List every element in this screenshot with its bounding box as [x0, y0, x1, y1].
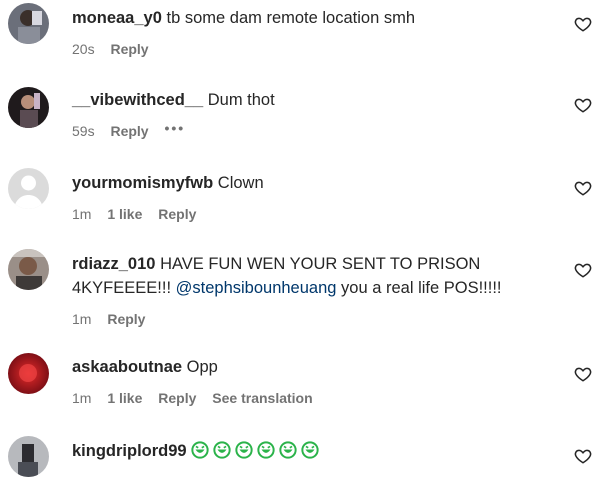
comment-time[interactable]: 1m	[72, 390, 91, 406]
comment-text: moneaa_y0 tb some dam remote location sm…	[72, 6, 540, 30]
more-options-icon[interactable]: •••	[164, 120, 185, 136]
comment-meta: 1m 1 like Reply	[72, 204, 540, 224]
comment-meta: 20s Reply	[72, 39, 540, 59]
reply-button[interactable]: Reply	[110, 41, 148, 57]
reply-button[interactable]: Reply	[107, 311, 145, 327]
comment-meta: 59s Reply •••	[72, 120, 540, 141]
comment-text: askaaboutnae Opp	[72, 355, 540, 379]
comment-body: Dum thot	[207, 91, 275, 109]
see-translation-button[interactable]: See translation	[212, 390, 312, 406]
reply-button[interactable]: Reply	[158, 206, 196, 222]
comment-text: rdiazz_010 HAVE FUN WEN YOUR SENT TO PRI…	[72, 252, 540, 300]
comment-body: Clown	[217, 174, 264, 192]
comment-text: yourmomismyfwb Clown	[72, 171, 540, 195]
comment-text: kingdriplord99	[72, 439, 540, 463]
avatar[interactable]	[8, 249, 49, 290]
like-heart-icon[interactable]	[574, 96, 592, 114]
like-heart-icon[interactable]	[574, 365, 592, 383]
comment-time[interactable]: 1m	[72, 311, 91, 327]
comment-body: tb some dam remote location smh	[166, 9, 416, 27]
avatar[interactable]	[8, 3, 49, 44]
comment-username[interactable]: yourmomismyfwb	[72, 174, 213, 192]
like-heart-icon[interactable]	[574, 15, 592, 33]
comment-time[interactable]: 1m	[72, 206, 91, 222]
likes-count[interactable]: 1 like	[107, 206, 142, 222]
comment-username[interactable]: askaaboutnae	[72, 358, 182, 376]
comment-time[interactable]: 59s	[72, 123, 95, 139]
likes-count[interactable]: 1 like	[107, 390, 142, 406]
like-heart-icon[interactable]	[574, 261, 592, 279]
comment-text: __vibewithced__ Dum thot	[72, 88, 540, 112]
avatar[interactable]	[8, 353, 49, 394]
reply-button[interactable]: Reply	[158, 390, 196, 406]
comment-username[interactable]: moneaa_y0	[72, 9, 162, 27]
avatar[interactable]	[8, 87, 49, 128]
like-heart-icon[interactable]	[574, 179, 592, 197]
laughing-emoji-icon	[301, 441, 319, 459]
like-heart-icon[interactable]	[574, 447, 592, 465]
comment-username[interactable]: kingdriplord99	[72, 442, 187, 460]
comment-time[interactable]: 20s	[72, 41, 95, 57]
comment-body-end: you a real life POS!!!!!	[341, 279, 502, 297]
comment-body: Opp	[186, 358, 218, 376]
comment-username[interactable]: rdiazz_010	[72, 255, 155, 273]
laughing-emoji-icon	[235, 441, 253, 459]
avatar[interactable]	[8, 436, 49, 477]
mention-link[interactable]: @stephsibounheuang	[176, 279, 337, 297]
comment-username[interactable]: __vibewithced__	[72, 91, 203, 109]
emoji-row	[191, 441, 323, 460]
laughing-emoji-icon	[257, 441, 275, 459]
laughing-emoji-icon	[191, 441, 209, 459]
comment-meta: 1m 1 like Reply See translation	[72, 388, 540, 408]
laughing-emoji-icon	[279, 441, 297, 459]
laughing-emoji-icon	[213, 441, 231, 459]
reply-button[interactable]: Reply	[110, 123, 148, 139]
comment-meta: 1m Reply	[72, 309, 540, 329]
avatar[interactable]	[8, 168, 49, 209]
